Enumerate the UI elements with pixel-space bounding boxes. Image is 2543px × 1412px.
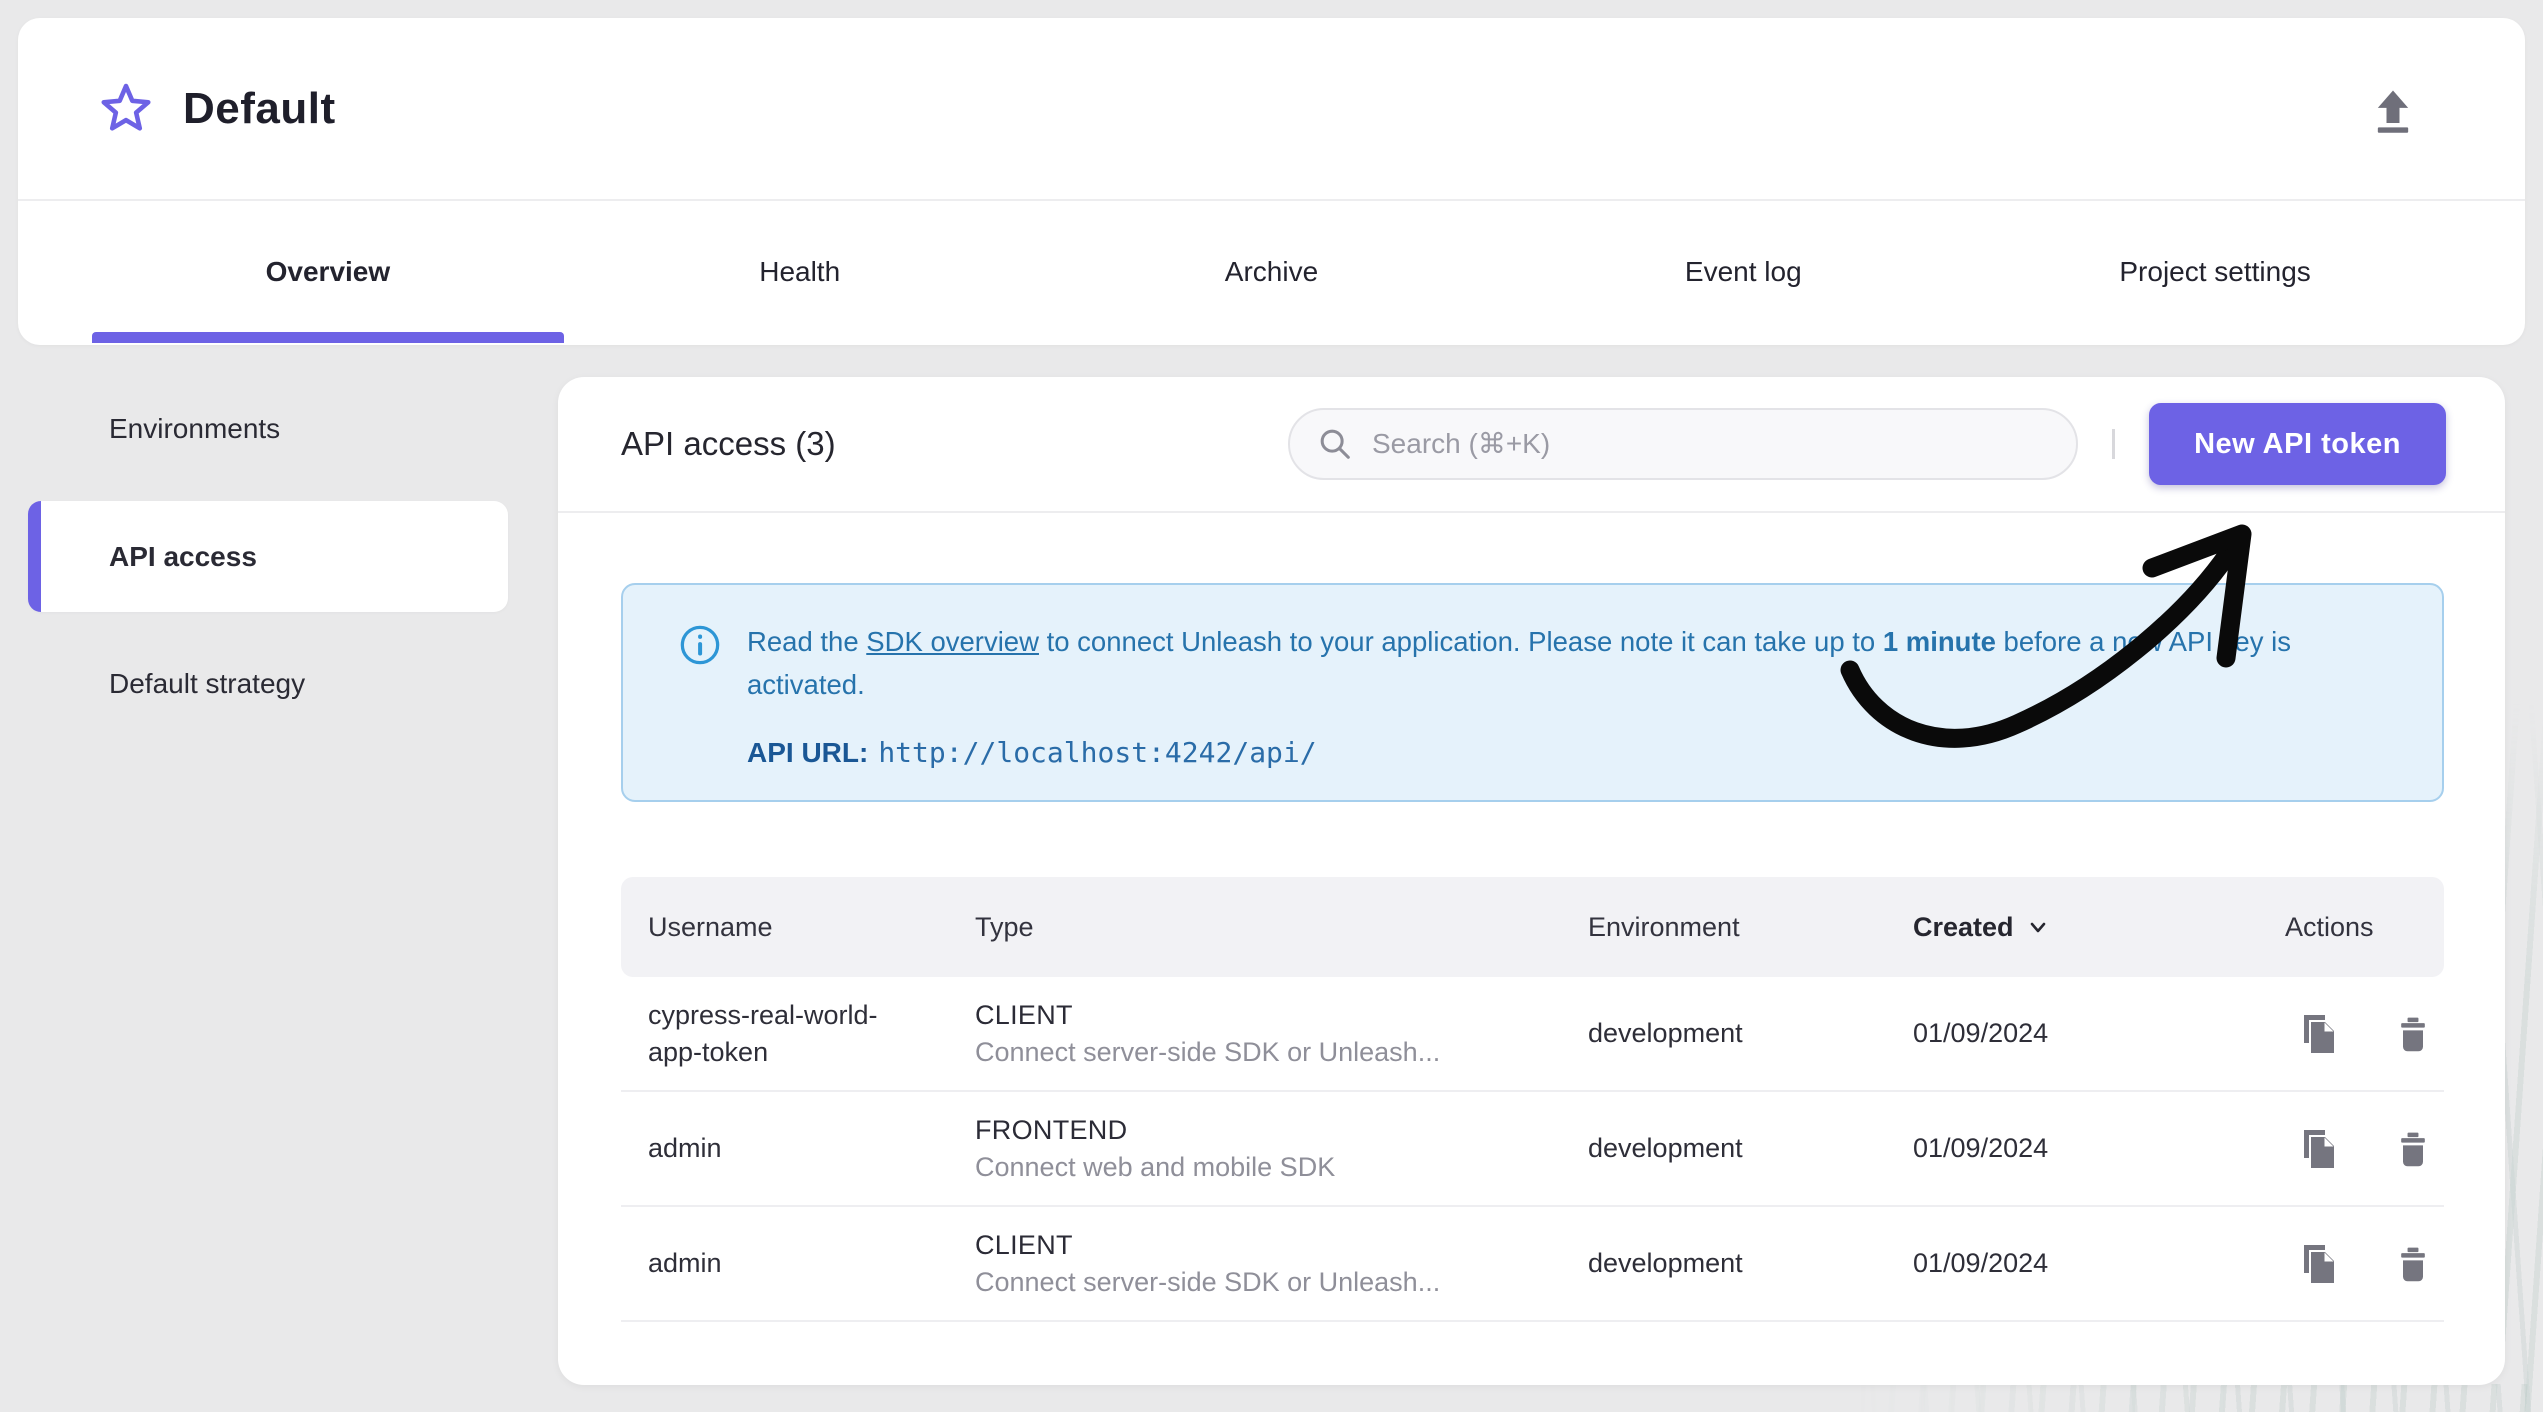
table-row: cypress-real-world-app-token CLIENT Conn…: [621, 977, 2444, 1092]
trash-icon: [2400, 1017, 2425, 1051]
token-environment: development: [1588, 1248, 1743, 1278]
token-type: CLIENT: [975, 1229, 1073, 1260]
tab-overview[interactable]: Overview: [92, 201, 564, 343]
copy-token-button[interactable]: [2294, 1241, 2340, 1287]
upload-icon: [2377, 90, 2409, 133]
tab-label: Project settings: [2119, 256, 2311, 287]
banner-text-middle: to connect Unleash to your application. …: [1038, 626, 1883, 657]
column-header-actions: Actions: [2285, 911, 2374, 942]
header-divider: [2112, 429, 2115, 459]
search-group: New API token: [1288, 403, 2446, 485]
token-username: cypress-real-world-app-token: [648, 1000, 878, 1067]
token-type: CLIENT: [975, 999, 1073, 1030]
token-type-description: Connect server-side SDK or Unleash...: [975, 1036, 1441, 1067]
sidebar-item-environments[interactable]: Environments: [28, 403, 508, 455]
row-actions: [2285, 1241, 2444, 1287]
sidebar-item-label: Environments: [109, 413, 281, 444]
column-header-created[interactable]: Created: [1913, 912, 2285, 943]
delete-token-button[interactable]: [2390, 1126, 2436, 1172]
info-banner: Read the SDK overview to connect Unleash…: [621, 583, 2444, 802]
delete-token-button[interactable]: [2390, 1241, 2436, 1287]
export-button[interactable]: [2361, 78, 2425, 142]
table-row: admin FRONTEND Connect web and mobile SD…: [621, 1092, 2444, 1207]
table-header-row: Username Type Environment Created Action…: [621, 877, 2444, 977]
magnifier-icon: [1320, 429, 1350, 459]
api-url-label: API URL:: [747, 737, 869, 769]
info-icon: [680, 625, 720, 665]
search-box[interactable]: [1288, 408, 2078, 480]
search-input[interactable]: [1372, 428, 2060, 460]
chevron-down-icon: [2030, 922, 2045, 933]
tab-health[interactable]: Health: [564, 201, 1036, 343]
trash-icon: [2400, 1132, 2425, 1166]
token-environment: development: [1588, 1133, 1743, 1163]
copy-icon: [2303, 1244, 2334, 1283]
copy-icon: [2303, 1129, 2334, 1168]
new-api-token-button[interactable]: New API token: [2149, 403, 2446, 485]
sidebar-item-label: Default strategy: [109, 668, 306, 699]
tab-label: Event log: [1684, 256, 1802, 287]
trash-icon: [2400, 1247, 2425, 1281]
copy-token-button[interactable]: [2294, 1126, 2340, 1172]
tab-label: Archive: [1224, 256, 1319, 287]
token-environment: development: [1588, 1018, 1743, 1048]
panel-title: API access (3): [621, 425, 836, 462]
sidebar-item-default-strategy[interactable]: Default strategy: [28, 658, 508, 710]
background-texture: [1850, 1384, 2543, 1412]
project-header-card: Default Overview Health Archive Event lo…: [18, 18, 2525, 345]
panel-header: API access (3) New API token: [558, 377, 2505, 513]
page: Default Overview Health Archive Event lo…: [0, 0, 2543, 1412]
token-type-description: Connect web and mobile SDK: [975, 1151, 1336, 1182]
sidebar-item-label: API access: [109, 540, 257, 572]
copy-token-button[interactable]: [2294, 1011, 2340, 1057]
background-texture: [2504, 700, 2543, 1412]
star-outline-icon: [101, 83, 151, 131]
tab-label: Overview: [265, 256, 391, 287]
favorite-star-button[interactable]: [95, 78, 157, 140]
api-url-line: API URL: http://localhost:4242/api/: [747, 736, 2382, 769]
column-header-label: Created: [1913, 911, 2014, 942]
project-tabs: Overview Health Archive Event log Projec…: [92, 201, 2451, 343]
token-type: FRONTEND: [975, 1114, 1128, 1145]
api-url-value: http://localhost:4242/api/: [878, 736, 1317, 770]
token-username: admin: [648, 1248, 722, 1279]
banner-text-prefix: Read the: [747, 626, 867, 657]
token-type-description: Connect server-side SDK or Unleash...: [975, 1266, 1441, 1297]
token-created: 01/09/2024: [1913, 1248, 2049, 1278]
column-header-type: Type: [975, 911, 1034, 942]
banner-body: Read the SDK overview to connect Unleash…: [747, 621, 2382, 800]
tab-archive[interactable]: Archive: [1036, 201, 1508, 343]
tab-event-log[interactable]: Event log: [1507, 201, 1979, 343]
column-header-username: Username: [648, 911, 773, 942]
column-header-environment: Environment: [1588, 911, 1740, 942]
project-header: Default: [18, 18, 2525, 201]
banner-text: Read the SDK overview to connect Unleash…: [747, 621, 2382, 706]
table-row: admin CLIENT Connect server-side SDK or …: [621, 1207, 2444, 1322]
sdk-overview-link[interactable]: SDK overview: [866, 626, 1039, 657]
token-created: 01/09/2024: [1913, 1018, 2049, 1048]
token-created: 01/09/2024: [1913, 1133, 2049, 1163]
project-title: Default: [183, 83, 336, 133]
tab-project-settings[interactable]: Project settings: [1979, 201, 2451, 343]
copy-icon: [2303, 1014, 2334, 1053]
delete-token-button[interactable]: [2390, 1011, 2436, 1057]
banner-text-bold: 1 minute: [1882, 626, 1996, 657]
row-actions: [2285, 1011, 2444, 1057]
tab-label: Health: [759, 256, 841, 287]
api-token-table: Username Type Environment Created Action…: [621, 877, 2444, 1322]
sidebar-item-api-access[interactable]: API access: [28, 501, 508, 612]
token-username: admin: [648, 1133, 722, 1164]
row-actions: [2285, 1126, 2444, 1172]
api-access-panel: API access (3) New API token: [558, 377, 2505, 1385]
